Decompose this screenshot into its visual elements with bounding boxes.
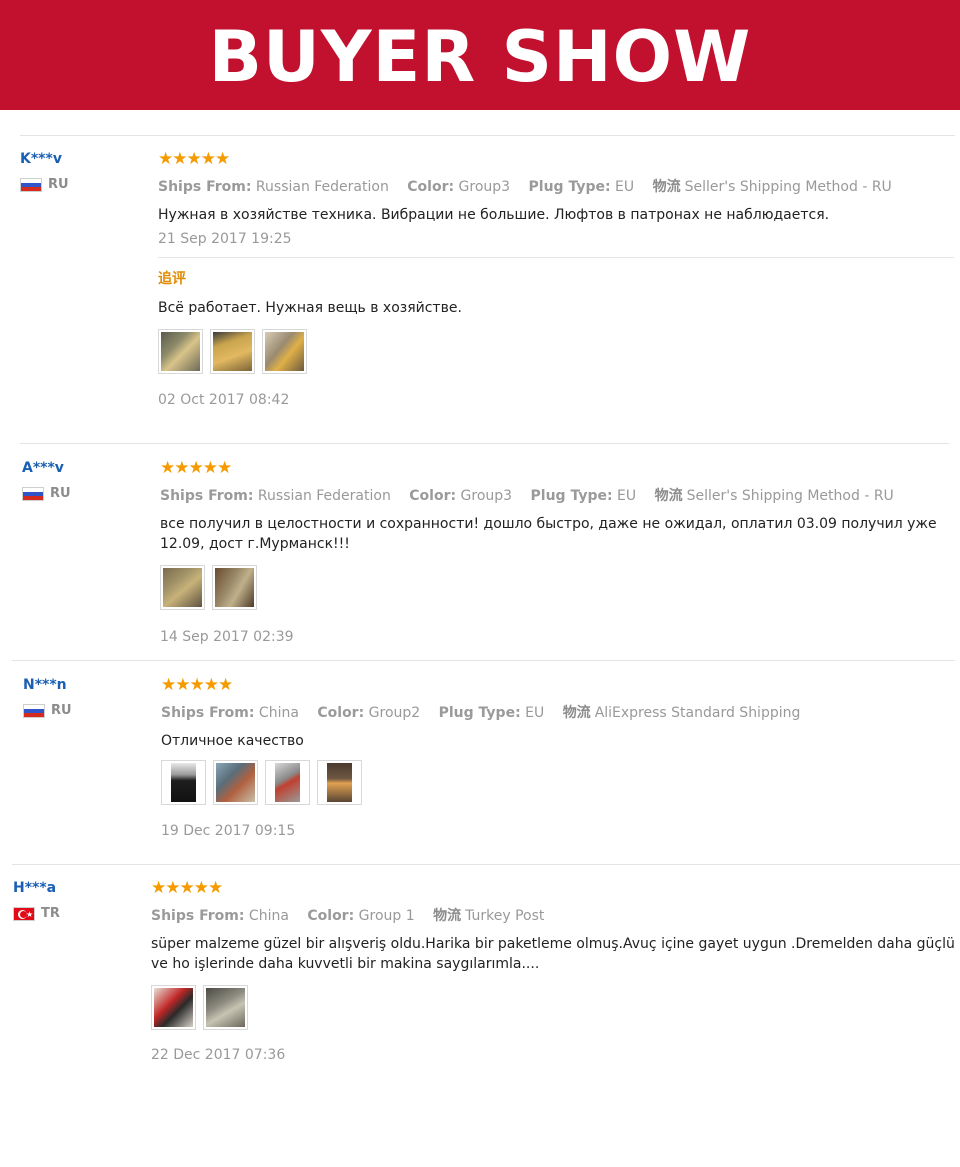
- header-banner: BUYER SHOW: [0, 0, 960, 110]
- star-rating: ★★★★★: [151, 879, 223, 898]
- banner-title: BUYER SHOW: [208, 16, 752, 98]
- color-value: Group2: [368, 705, 421, 721]
- shipping-value: Seller's Shipping Method - RU: [686, 488, 894, 504]
- review-photo-thumbnail[interactable]: [212, 565, 257, 610]
- shipping-label: 物流: [562, 705, 591, 721]
- ships-from-value: Russian Federation: [257, 488, 391, 504]
- review-attributes: Ships From: Russian Federation Color: Gr…: [158, 178, 958, 196]
- reviewer-info: N***n RU: [23, 676, 72, 718]
- review-photo-thumbnail[interactable]: [203, 985, 248, 1030]
- reviewer-name[interactable]: A***v: [22, 459, 71, 477]
- color-label: Color:: [407, 179, 455, 195]
- turkey-flag-icon: ★: [13, 906, 35, 921]
- ships-from-label: Ships From:: [158, 179, 252, 195]
- review-photo-thumbnail[interactable]: [265, 760, 310, 805]
- shipping-label: 物流: [652, 179, 681, 195]
- plug-type-value: EU: [615, 179, 635, 195]
- review-attributes: Ships From: Russian Federation Color: Gr…: [160, 487, 958, 505]
- color-value: Group3: [460, 488, 513, 504]
- russia-flag-icon: [23, 703, 45, 718]
- review-photo-thumbnail[interactable]: [151, 985, 196, 1030]
- review-photos: [160, 565, 958, 610]
- ships-from-label: Ships From:: [161, 705, 255, 721]
- review-photo-thumbnail[interactable]: [160, 565, 205, 610]
- review-photo-thumbnail[interactable]: [158, 329, 203, 374]
- ships-from-value: China: [248, 908, 289, 924]
- review-photo-thumbnail[interactable]: [161, 760, 206, 805]
- divider: [20, 135, 955, 136]
- plug-type-label: Plug Type:: [530, 488, 613, 504]
- followup-date: 02 Oct 2017 08:42: [158, 392, 290, 408]
- followup-divider: [158, 257, 954, 258]
- color-label: Color:: [317, 705, 365, 721]
- shipping-value: AliExpress Standard Shipping: [594, 705, 801, 721]
- divider: [12, 864, 960, 865]
- plug-type-value: EU: [525, 705, 545, 721]
- review-text: süper malzeme güzel bir alışveriş oldu.H…: [151, 936, 955, 972]
- reviewer-name[interactable]: K***v: [20, 150, 69, 168]
- review-date: 19 Dec 2017 09:15: [161, 823, 296, 839]
- country-code: TR: [41, 906, 60, 921]
- review-photo-thumbnail[interactable]: [317, 760, 362, 805]
- reviewer-info: A***v RU: [22, 459, 71, 501]
- shipping-label: 物流: [433, 908, 462, 924]
- reviewer-name[interactable]: H***a: [13, 879, 60, 897]
- ships-from-label: Ships From:: [160, 488, 254, 504]
- ships-from-value: Russian Federation: [255, 179, 389, 195]
- review-date: 21 Sep 2017 19:25: [158, 231, 292, 247]
- review-photos: [158, 329, 958, 374]
- reviewer-name[interactable]: N***n: [23, 676, 72, 694]
- ships-from-label: Ships From:: [151, 908, 245, 924]
- review-content: ★★★★★ Ships From: China Color: Group2 Pl…: [161, 676, 958, 840]
- star-rating: ★★★★★: [158, 149, 230, 169]
- star-rating: ★★★★★: [160, 458, 232, 478]
- review-content: ★★★★★ Ships From: Russian Federation Col…: [160, 459, 958, 646]
- reviewer-country: ★ TR: [13, 906, 60, 921]
- color-value: Group3: [458, 179, 511, 195]
- review-attributes: Ships From: China Color: Group 1 物流 Turke…: [151, 907, 960, 925]
- plug-type-label: Plug Type:: [528, 179, 611, 195]
- review-text: Отличное качество: [161, 733, 304, 749]
- shipping-value: Seller's Shipping Method - RU: [684, 179, 892, 195]
- star-rating: ★★★★★: [161, 675, 233, 695]
- review-photos: [151, 985, 960, 1030]
- russia-flag-icon: [20, 177, 42, 192]
- divider: [20, 443, 949, 444]
- color-value: Group 1: [358, 908, 415, 924]
- russia-flag-icon: [22, 486, 44, 501]
- ships-from-value: China: [258, 705, 299, 721]
- review-photos: [161, 760, 958, 805]
- review-content: ★★★★★ Ships From: China Color: Group 1 物…: [151, 879, 960, 1064]
- review-attributes: Ships From: China Color: Group2 Plug Typ…: [161, 704, 958, 722]
- color-label: Color:: [409, 488, 457, 504]
- followup-text: Всё работает. Нужная вещь в хозяйстве.: [158, 300, 462, 316]
- review-date: 14 Sep 2017 02:39: [160, 629, 294, 645]
- reviewer-country: RU: [22, 486, 71, 501]
- buyer-show-page: BUYER SHOW K***v RU ★★★★★ Ships From: Ru…: [0, 0, 960, 1167]
- review-date: 22 Dec 2017 07:36: [151, 1047, 286, 1063]
- followup-label: 追评: [158, 271, 186, 287]
- divider: [12, 660, 955, 661]
- shipping-value: Turkey Post: [465, 908, 545, 924]
- review-text: все получил в целостности и сохранности!…: [160, 516, 937, 552]
- country-code: RU: [50, 486, 71, 501]
- review-photo-thumbnail[interactable]: [213, 760, 258, 805]
- review-photo-thumbnail[interactable]: [210, 329, 255, 374]
- reviewer-info: H***a ★ TR: [13, 879, 60, 921]
- color-label: Color:: [307, 908, 355, 924]
- reviewer-country: RU: [20, 177, 69, 192]
- plug-type-value: EU: [617, 488, 637, 504]
- reviewer-info: K***v RU: [20, 150, 69, 192]
- country-code: RU: [48, 177, 69, 192]
- country-code: RU: [51, 703, 72, 718]
- review-content: ★★★★★ Ships From: Russian Federation Col…: [158, 150, 958, 409]
- shipping-label: 物流: [654, 488, 683, 504]
- review-text: Нужная в хозяйстве техника. Вибрации не …: [158, 207, 830, 223]
- plug-type-label: Plug Type:: [438, 705, 521, 721]
- reviewer-country: RU: [23, 703, 72, 718]
- review-photo-thumbnail[interactable]: [262, 329, 307, 374]
